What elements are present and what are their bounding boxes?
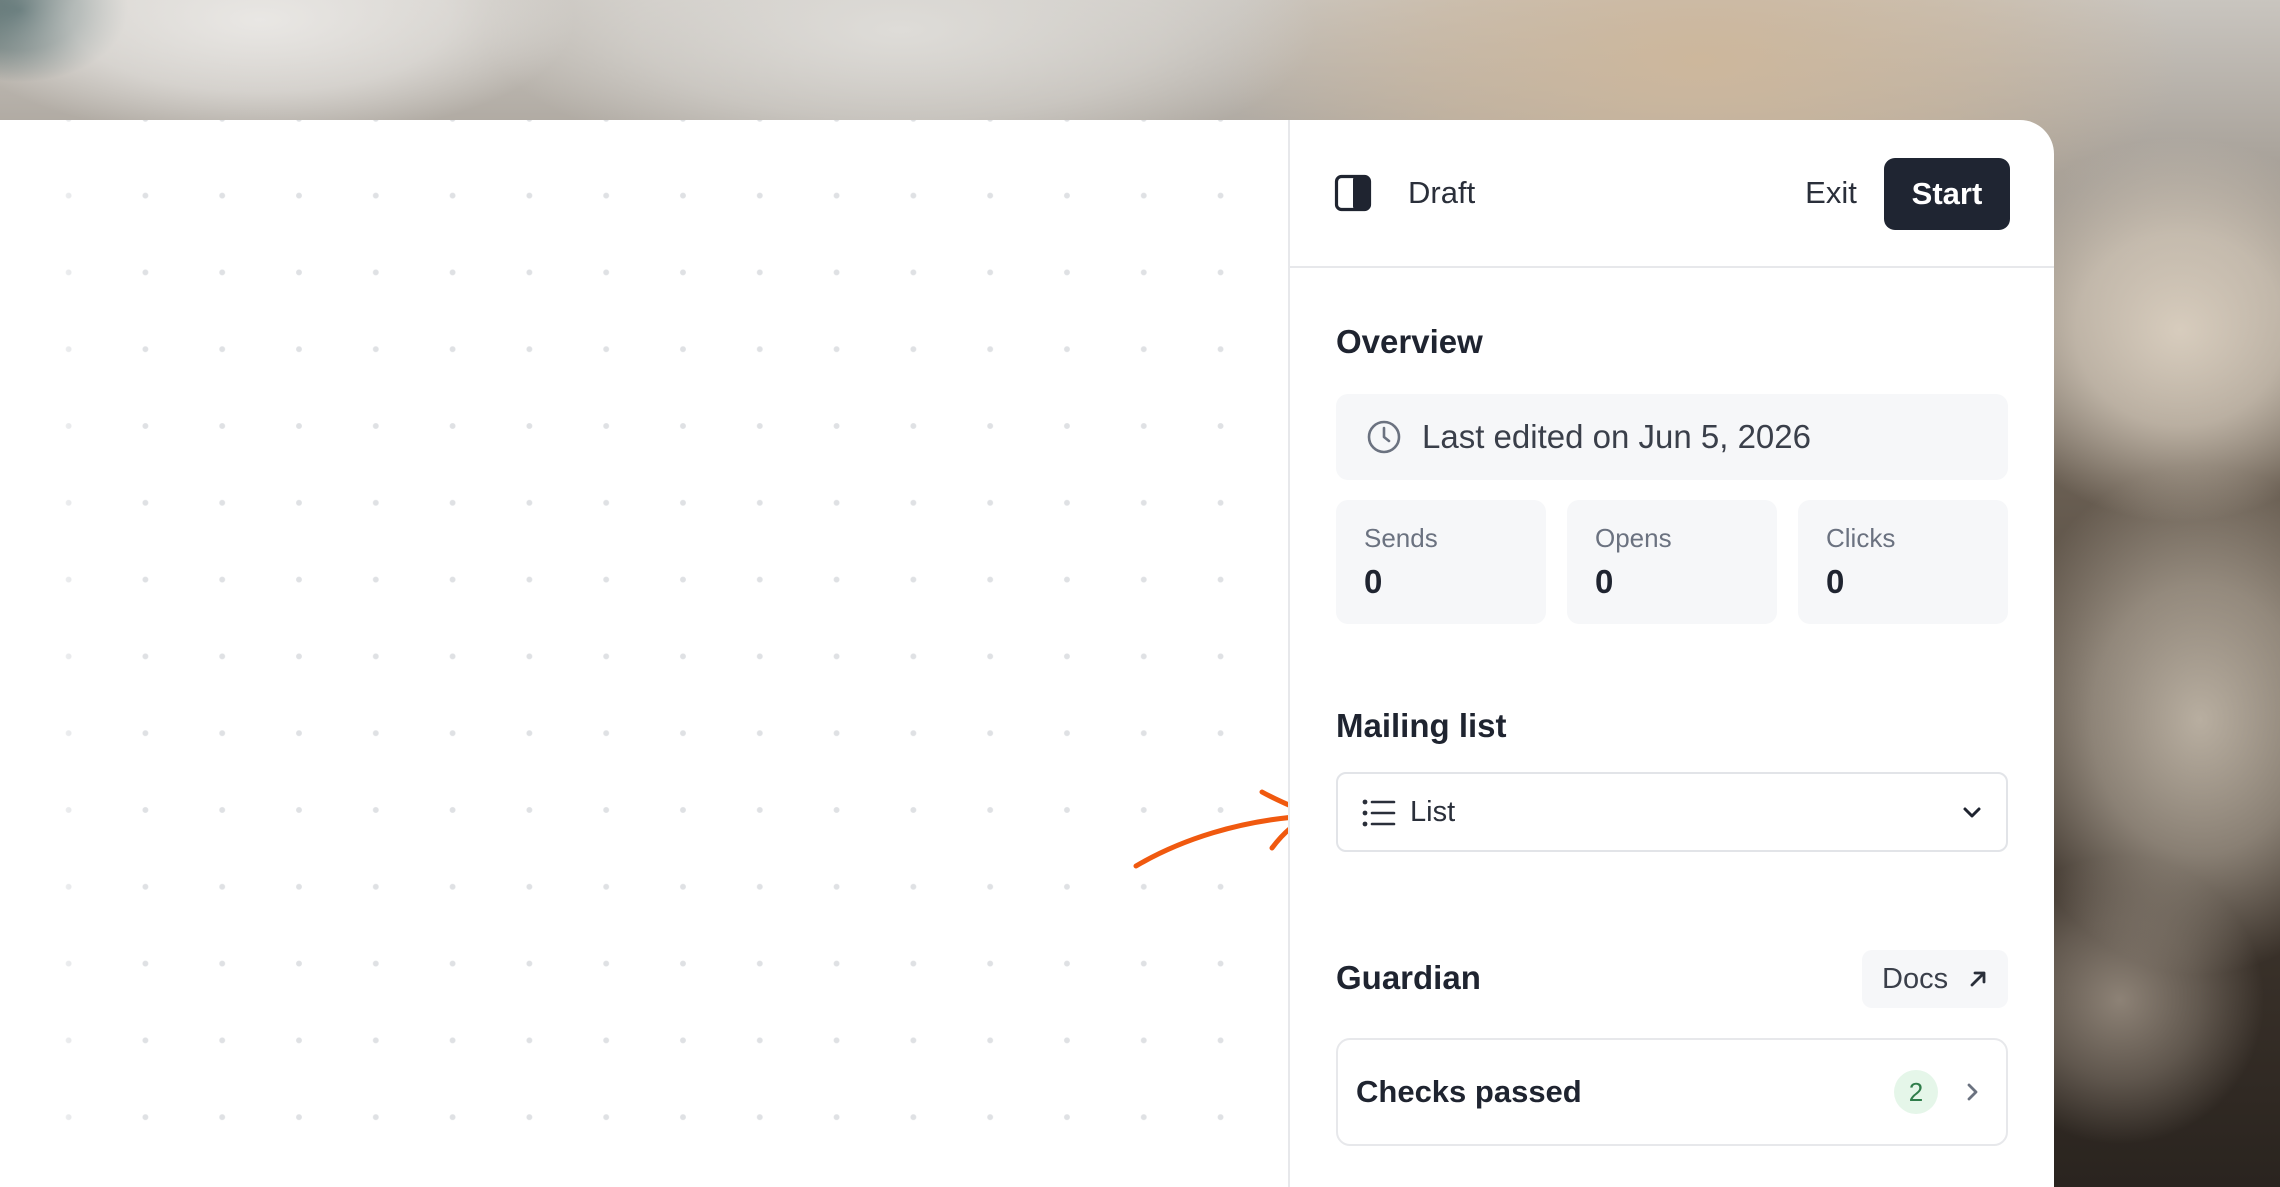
list-icon [1362, 799, 1396, 827]
stat-card-clicks: Clicks 0 [1798, 500, 2008, 624]
stat-card-opens: Opens 0 [1567, 500, 1777, 624]
last-edited-text: Last edited on Jun 5, 2026 [1422, 418, 1811, 455]
checks-count-badge: 2 [1894, 1070, 1938, 1114]
chevron-right-icon [1967, 1083, 1978, 1101]
start-button[interactable]: Start [1884, 158, 2010, 230]
dotted-canvas[interactable] [0, 120, 1289, 1187]
status-label: Draft [1408, 175, 1476, 210]
canvas-edge-fade [0, 120, 90, 1187]
checks-label: Checks passed [1356, 1074, 1582, 1109]
stat-value: 0 [1826, 563, 1845, 600]
overview-heading: Overview [1336, 323, 1483, 360]
mailing-list-select[interactable]: List [1336, 772, 2008, 852]
stat-value: 0 [1595, 563, 1614, 600]
stat-card-sends: Sends 0 [1336, 500, 1546, 624]
arrow-up-right-icon [1970, 971, 1986, 987]
last-edited-card: Last edited on Jun 5, 2026 [1336, 394, 2008, 480]
docs-button[interactable]: Docs [1862, 950, 2008, 1008]
mailing-list-heading: Mailing list [1336, 707, 1507, 744]
exit-button[interactable]: Exit [1784, 158, 1878, 228]
stat-label: Sends [1364, 523, 1438, 553]
sidebar-panel-icon[interactable] [1334, 174, 1372, 212]
sidebar-header: Draft Exit Start [1290, 120, 2054, 268]
background-photo: Draft Exit Start Overview Last edited on… [0, 0, 2280, 1187]
stat-value: 0 [1364, 563, 1383, 600]
checks-passed-row[interactable]: Checks passed 2 [1336, 1038, 2008, 1146]
stat-label: Clicks [1826, 523, 1896, 553]
campaign-sidebar: Draft Exit Start Overview Last edited on… [1288, 120, 2054, 1187]
clock-icon [1367, 420, 1401, 454]
stat-label: Opens [1595, 523, 1672, 553]
mailing-list-value: List [1410, 796, 1456, 828]
docs-label: Docs [1882, 963, 1949, 995]
guardian-heading: Guardian [1336, 959, 1481, 996]
chevron-down-icon [1963, 807, 1981, 818]
